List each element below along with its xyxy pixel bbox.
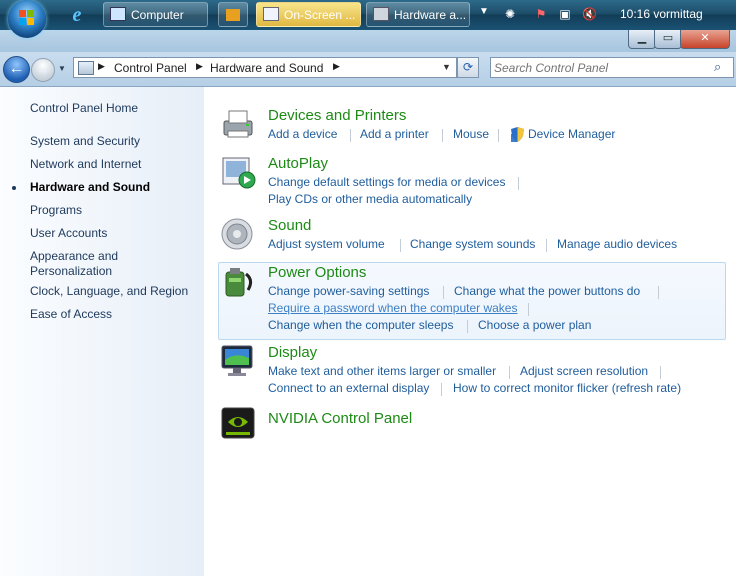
window-titlebar[interactable]: ▁ ▭ ✕ xyxy=(0,30,736,52)
sidebar-item-clock-language-and-region[interactable]: Clock, Language, and Region xyxy=(30,284,198,299)
link-separator xyxy=(350,129,351,142)
link-correct-monitor-flicker[interactable]: How to correct monitor flicker (refresh … xyxy=(453,381,681,395)
sidebar-item-system-and-security[interactable]: System and Security xyxy=(30,134,198,149)
link-separator xyxy=(443,286,444,299)
computer-icon xyxy=(110,7,126,21)
category-title-autoplay[interactable]: AutoPlay xyxy=(268,155,328,172)
category-title-nvidia-control-panel[interactable]: NVIDIA Control Panel xyxy=(268,410,412,427)
control-panel-icon xyxy=(373,7,389,21)
link-connect-external-display[interactable]: Connect to an external display xyxy=(268,381,429,395)
category-title-display[interactable]: Display xyxy=(268,344,317,361)
sidebar: Control Panel Home System and Security N… xyxy=(0,87,204,576)
address-bar[interactable]: ▶ Control Panel ▶ Hardware and Sound ▶ ▼ xyxy=(73,57,457,78)
search-icon[interactable]: ⌕ xyxy=(714,60,728,74)
sidebar-item-programs[interactable]: Programs xyxy=(30,203,198,218)
control-panel-icon xyxy=(78,61,94,75)
forward-button[interactable]: → xyxy=(31,58,55,82)
sidebar-item-control-panel-home[interactable]: Control Panel Home xyxy=(30,101,198,116)
breadcrumb-arrow-icon[interactable]: ▶ xyxy=(98,61,105,72)
loading-icon[interactable]: ✺ xyxy=(503,7,517,21)
link-separator xyxy=(441,383,442,396)
media-player-icon xyxy=(226,9,240,21)
link-separator xyxy=(528,303,529,316)
taskbar-button-on-screen-keyboard[interactable]: On-Screen ... xyxy=(256,2,361,27)
windows-logo-icon xyxy=(19,10,35,26)
sidebar-item-network-and-internet[interactable]: Network and Internet xyxy=(30,157,198,172)
link-separator xyxy=(467,320,468,333)
search-box[interactable]: ⌕ xyxy=(490,57,734,78)
link-separator xyxy=(546,239,547,252)
action-center-icon[interactable]: ⚑ xyxy=(534,7,548,21)
refresh-button[interactable]: ⟳ xyxy=(457,57,479,78)
link-change-sleep-time[interactable]: Change when the computer sleeps xyxy=(268,318,453,332)
breadcrumb-arrow-icon[interactable]: ▶ xyxy=(333,61,340,72)
start-button[interactable] xyxy=(8,0,46,38)
printer-icon xyxy=(223,110,253,138)
address-dropdown-icon[interactable]: ▼ xyxy=(442,62,451,72)
link-separator xyxy=(509,366,510,379)
nvidia-icon xyxy=(221,407,255,439)
link-separator xyxy=(660,366,661,379)
category-title-sound[interactable]: Sound xyxy=(268,217,311,234)
category-title-power-options[interactable]: Power Options xyxy=(268,264,366,281)
breadcrumb-hardware-and-sound[interactable]: Hardware and Sound xyxy=(210,61,323,75)
tray-expand-icon[interactable]: ▼ xyxy=(479,6,489,17)
clock[interactable]: 10:16 vormittag xyxy=(620,7,703,21)
taskbar-button-media-player[interactable] xyxy=(218,2,248,27)
back-button[interactable]: ← xyxy=(3,56,30,83)
keyboard-icon xyxy=(263,7,279,21)
active-item-bullet xyxy=(12,186,16,190)
close-button[interactable]: ✕ xyxy=(680,30,730,49)
link-change-system-sounds[interactable]: Change system sounds xyxy=(410,237,535,251)
link-choose-power-plan[interactable]: Choose a power plan xyxy=(478,318,591,332)
link-separator xyxy=(498,129,499,142)
link-add-a-printer[interactable]: Add a printer xyxy=(360,127,429,141)
link-separator xyxy=(518,177,519,190)
autoplay-icon xyxy=(222,157,256,189)
main-content: Devices and Printers Add a device Add a … xyxy=(204,87,736,576)
link-separator xyxy=(658,286,659,299)
uac-shield-icon xyxy=(511,127,524,142)
sidebar-item-appearance-and-personalization[interactable]: Appearance and Personalization xyxy=(30,249,130,279)
internet-explorer-icon[interactable]: e xyxy=(66,4,88,26)
link-require-password-on-wake[interactable]: Require a password when the computer wak… xyxy=(268,301,517,315)
sidebar-item-ease-of-access[interactable]: Ease of Access xyxy=(30,307,198,322)
link-change-power-buttons[interactable]: Change what the power buttons do xyxy=(454,284,640,298)
recent-pages-dropdown-icon[interactable]: ▼ xyxy=(58,64,66,73)
sidebar-item-user-accounts[interactable]: User Accounts xyxy=(30,226,198,241)
link-adjust-system-volume[interactable]: Adjust system volume xyxy=(268,237,385,251)
link-play-cds-automatically[interactable]: Play CDs or other media automatically xyxy=(268,192,472,206)
minimize-button[interactable]: ▁ xyxy=(628,30,656,49)
breadcrumb-arrow-icon[interactable]: ▶ xyxy=(196,61,203,72)
taskbar: e Computer On-Screen ... Hardware a... ▼… xyxy=(0,0,736,38)
volume-muted-icon[interactable]: 🔇 xyxy=(582,7,597,21)
speaker-icon xyxy=(221,218,253,250)
link-manage-audio-devices[interactable]: Manage audio devices xyxy=(557,237,677,251)
link-device-manager[interactable]: Device Manager xyxy=(528,127,615,141)
taskbar-button-hardware[interactable]: Hardware a... xyxy=(366,2,470,27)
link-change-power-saving-settings[interactable]: Change power-saving settings xyxy=(268,284,429,298)
breadcrumb-control-panel[interactable]: Control Panel xyxy=(114,61,187,75)
link-adjust-screen-resolution[interactable]: Adjust screen resolution xyxy=(520,364,648,378)
monitor-icon xyxy=(221,345,253,376)
link-change-default-media-settings[interactable]: Change default settings for media or dev… xyxy=(268,175,505,189)
link-add-a-device[interactable]: Add a device xyxy=(268,127,337,141)
search-input[interactable] xyxy=(494,59,704,76)
network-icon[interactable]: ▣ xyxy=(558,7,572,21)
link-separator xyxy=(400,239,401,252)
taskbar-button-computer[interactable]: Computer xyxy=(103,2,208,27)
link-mouse[interactable]: Mouse xyxy=(453,127,489,141)
power-icon xyxy=(225,268,253,297)
category-title-devices-and-printers[interactable]: Devices and Printers xyxy=(268,107,406,124)
sidebar-item-hardware-and-sound[interactable]: Hardware and Sound xyxy=(30,180,198,195)
link-separator xyxy=(442,129,443,142)
link-make-text-larger[interactable]: Make text and other items larger or smal… xyxy=(268,364,496,378)
maximize-button[interactable]: ▭ xyxy=(654,30,682,49)
